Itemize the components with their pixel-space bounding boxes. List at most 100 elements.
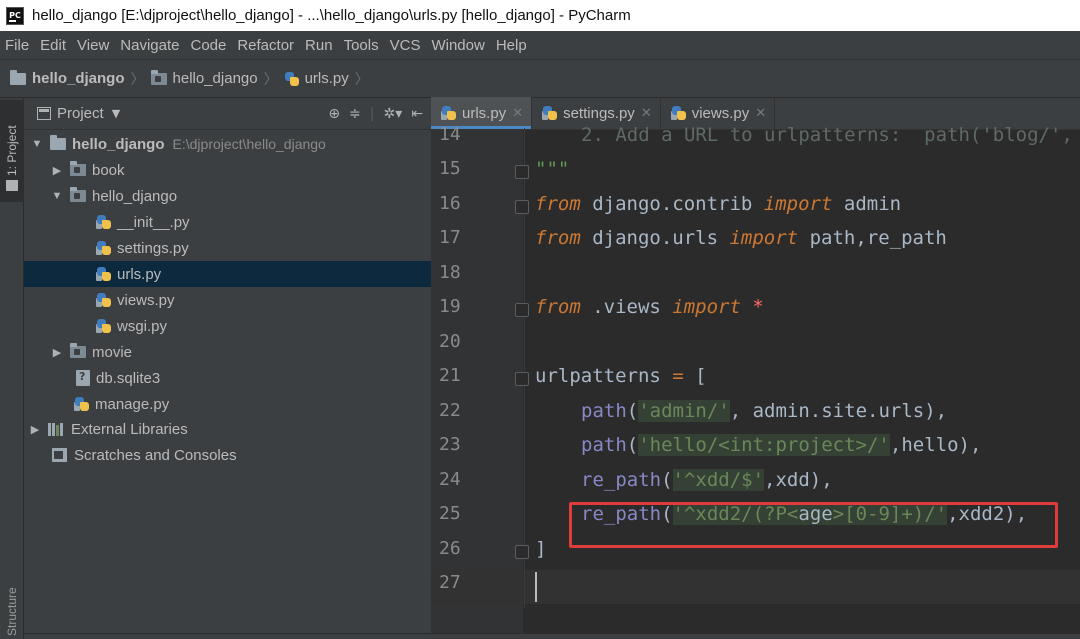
gear-icon[interactable]: ✲▾ [384, 106, 403, 122]
folder-icon [10, 69, 26, 85]
chevron-right-icon: 〉 [354, 71, 369, 88]
package-folder-icon [150, 69, 167, 85]
close-icon[interactable]: ✕ [641, 105, 652, 121]
tree-item-wsgi-py[interactable]: wsgi.py [24, 313, 431, 339]
tree-item-label: movie [92, 343, 133, 361]
tree-item-label: manage.py [95, 395, 170, 413]
fold-marker-icon[interactable] [515, 303, 529, 317]
fold-marker-icon[interactable] [515, 200, 529, 214]
menu-bar: File Edit View Navigate Code Refactor Ru… [0, 31, 1080, 59]
line-number: 21 [439, 365, 461, 386]
tool-tab-project-label: 1: Project [5, 125, 19, 176]
package-folder-icon [70, 187, 86, 202]
collapsed-arrow-icon[interactable]: ▶ [50, 346, 64, 359]
tree-item-label: Scratches and Consoles [74, 446, 237, 464]
tree-item-label: __init__.py [117, 213, 190, 231]
line-number: 23 [439, 434, 461, 455]
tree-item-label: External Libraries [71, 420, 188, 438]
tree-item-book[interactable]: ▶ book [24, 157, 431, 183]
tree-item-path: E:\djproject\hello_django [172, 136, 326, 152]
tree-item-views-py[interactable]: views.py [24, 287, 431, 313]
dropdown-arrow-icon[interactable]: ▼ [112, 107, 120, 120]
collapse-all-icon[interactable]: ≑ [349, 106, 361, 122]
close-icon[interactable]: ✕ [755, 105, 766, 121]
fold-marker-icon[interactable] [515, 545, 529, 559]
chevron-right-icon: 〉 [130, 71, 145, 88]
code-line-24: re_path('^xdd/$',xdd), [581, 469, 833, 491]
menu-window[interactable]: Window [431, 37, 484, 54]
tree-item-label: views.py [117, 291, 175, 309]
code-line-23: path('hello/<int:project>/',hello), [581, 434, 982, 456]
code-editor[interactable]: urls.py ✕ settings.py ✕ views.py ✕ 14 15… [431, 97, 1080, 639]
breadcrumb-file[interactable]: urls.py [284, 70, 349, 87]
line-number: 17 [439, 227, 461, 248]
library-icon [48, 422, 66, 436]
tree-item-manage-py[interactable]: manage.py [24, 391, 431, 417]
menu-edit[interactable]: Edit [40, 37, 66, 54]
line-number: 19 [439, 296, 461, 317]
unknown-file-icon [76, 370, 90, 386]
menu-tools[interactable]: Tools [344, 37, 379, 54]
project-tool-icon [6, 180, 18, 191]
tab-label: urls.py [462, 104, 507, 122]
code-line-21: urlpatterns = [ [535, 365, 707, 387]
tree-item-label: settings.py [117, 239, 189, 257]
line-number: 22 [439, 400, 461, 421]
tree-item-label: hello_django [92, 187, 178, 205]
tool-tab-project[interactable]: 1: Project [0, 100, 24, 202]
locate-file-icon[interactable]: ⊕ [328, 106, 340, 122]
code-line-22: path('admin/', admin.site.urls), [581, 400, 948, 422]
fold-marker-icon[interactable] [515, 372, 529, 386]
fold-marker-icon[interactable] [515, 165, 529, 179]
bottom-scrollbar[interactable] [24, 633, 1080, 639]
scratches-icon [52, 448, 67, 462]
line-number: 20 [439, 331, 461, 352]
line-number: 24 [439, 469, 461, 490]
collapsed-arrow-icon[interactable]: ▶ [50, 164, 64, 177]
python-file-icon [441, 105, 457, 121]
project-panel: Project ▼ ⊕ ≑ | ✲▾ ⇤ ▼ hello_django E:\d… [24, 98, 431, 639]
python-file-icon [96, 292, 112, 308]
pycharm-app-icon: PC [6, 6, 24, 25]
menu-view[interactable]: View [77, 37, 109, 54]
menu-run[interactable]: Run [305, 37, 333, 54]
tree-item-movie[interactable]: ▶ movie [24, 339, 431, 365]
menu-file[interactable]: File [5, 37, 29, 54]
expanded-arrow-icon[interactable]: ▼ [50, 190, 64, 202]
menu-navigate[interactable]: Navigate [120, 37, 179, 54]
line-number: 25 [439, 503, 461, 524]
code-line-16: from django.contrib import admin [535, 193, 902, 215]
python-file-icon [96, 318, 112, 334]
tree-item-hello-django-package[interactable]: ▼ hello_django [24, 183, 431, 209]
project-view-selector[interactable]: Project [57, 105, 104, 122]
left-tool-strip: 1: Project Structure [0, 98, 24, 639]
menu-code[interactable]: Code [190, 37, 226, 54]
tree-item-label: db.sqlite3 [96, 369, 161, 387]
tree-item-label: urls.py [117, 265, 162, 283]
breadcrumb-package[interactable]: hello_django [150, 69, 258, 87]
tab-label: settings.py [563, 104, 635, 122]
breadcrumb: hello_django 〉 hello_django 〉 urls.py 〉 [0, 59, 1080, 98]
menu-vcs[interactable]: VCS [390, 37, 421, 54]
hide-panel-icon[interactable]: ⇤ [411, 106, 423, 122]
expanded-arrow-icon[interactable]: ▼ [30, 138, 44, 150]
code-line-14: 2. Add a URL to urlpatterns: path('blog/… [581, 124, 1073, 146]
tree-item-settings-py[interactable]: settings.py [24, 235, 431, 261]
package-folder-icon [70, 161, 86, 176]
collapsed-arrow-icon[interactable]: ▶ [28, 423, 42, 436]
tree-item-external-libraries[interactable]: ▶ External Libraries [24, 416, 431, 442]
tool-tab-structure[interactable]: Structure [5, 587, 19, 636]
menu-help[interactable]: Help [496, 37, 527, 54]
menu-refactor[interactable]: Refactor [237, 37, 294, 54]
tree-item-hello-django-root[interactable]: ▼ hello_django E:\djproject\hello_django [24, 131, 431, 157]
line-number: 26 [439, 538, 461, 559]
tree-item-init-py[interactable]: __init__.py [24, 209, 431, 235]
pycharm-window: { "window": {"title": "hello_django [E:\… [0, 0, 1080, 639]
tree-item-urls-py[interactable]: urls.py [24, 261, 431, 287]
close-icon[interactable]: ✕ [512, 105, 523, 121]
tree-item-scratches-consoles[interactable]: Scratches and Consoles [24, 442, 431, 468]
tree-item-db-sqlite3[interactable]: db.sqlite3 [24, 365, 431, 391]
line-number: 14 [439, 124, 461, 145]
breadcrumb-project[interactable]: hello_django [10, 69, 125, 87]
line-number: 18 [439, 262, 461, 283]
